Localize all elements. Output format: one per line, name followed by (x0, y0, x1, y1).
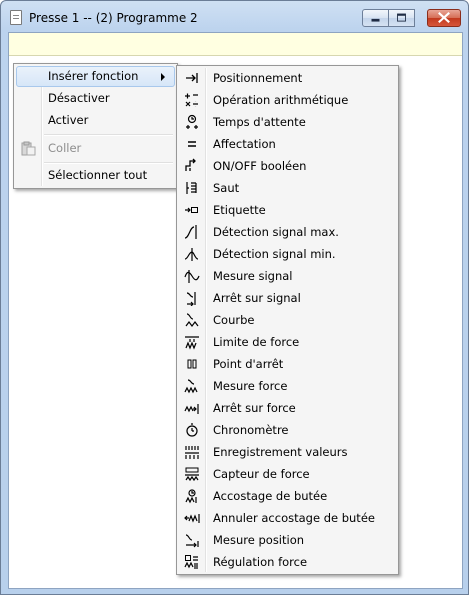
value-recording-icon (184, 444, 200, 460)
stopwatch-icon (184, 422, 200, 438)
arithmetic-icon (184, 92, 200, 108)
close-button[interactable] (427, 9, 461, 27)
menu-item-label: Coller (48, 141, 82, 155)
menu-separator (44, 162, 173, 164)
force-regulation-icon (184, 554, 200, 570)
menu-item-label: Temps d'attente (213, 115, 306, 129)
submenu-item-force-sensor[interactable]: Capteur de force (179, 463, 396, 485)
menu-item-activate[interactable]: Activer (16, 110, 175, 131)
signal-measure-icon (184, 268, 200, 284)
menu-item-label: Capteur de force (213, 467, 310, 481)
submenu-item-boolean-onoff[interactable]: ON/OFF booléen (179, 155, 396, 177)
submenu-item-force-regulation[interactable]: Régulation force (179, 551, 396, 573)
menu-item-label: Détection signal max. (213, 225, 339, 239)
submenu-item-value-recording[interactable]: Enregistrement valeurs (179, 441, 396, 463)
menu-item-label: Point d'arrêt (213, 357, 284, 371)
menu-item-label: Régulation force (213, 555, 308, 569)
submenu-item-assignment[interactable]: Affectation (179, 133, 396, 155)
curve-icon (184, 312, 200, 328)
submenu-item-jump[interactable]: Saut (179, 177, 396, 199)
menu-item-label: Détection signal min. (213, 247, 336, 261)
minimize-icon (371, 18, 380, 22)
breakpoint-icon (184, 356, 200, 372)
submenu-item-curve[interactable]: Courbe (179, 309, 396, 331)
submenu-item-stopwatch[interactable]: Chronomètre (179, 419, 396, 441)
submenu-item-label[interactable]: Etiquette (179, 199, 396, 221)
minimize-button[interactable] (362, 9, 389, 27)
menu-item-label: Saut (213, 181, 240, 195)
menu-item-label: Chronomètre (213, 423, 289, 437)
window-title: Presse 1 -- (2) Programme 2 (29, 11, 198, 25)
submenu-item-signal-measure[interactable]: Mesure signal (179, 265, 396, 287)
signal-min-icon (184, 246, 200, 262)
jump-icon (184, 180, 200, 196)
close-icon (438, 12, 450, 24)
submenu-item-force-stop[interactable]: Arrêt sur force (179, 397, 396, 419)
submenu-item-positioning[interactable]: Positionnement (179, 67, 396, 89)
label-tag-icon (184, 202, 200, 218)
submenu-item-position-measure[interactable]: Mesure position (179, 529, 396, 551)
title-bar[interactable]: Presse 1 -- (2) Programme 2 (1, 1, 468, 32)
menu-item-label: Accostage de butée (213, 489, 328, 503)
submenu-item-breakpoint[interactable]: Point d'arrêt (179, 353, 396, 375)
force-limit-icon (184, 334, 200, 350)
menu-item-label: Positionnement (213, 71, 303, 85)
signal-stop-icon (184, 290, 200, 306)
submenu-item-signal-max-detection[interactable]: Détection signal max. (179, 221, 396, 243)
submenu-item-force-measure[interactable]: Mesure force (179, 375, 396, 397)
assignment-icon (184, 136, 200, 152)
menu-item-label: Insérer fonction (48, 69, 139, 83)
menu-item-label: Sélectionner tout (48, 168, 148, 182)
menu-item-label: Enregistrement valeurs (213, 445, 348, 459)
submenu-arrow-icon (161, 73, 165, 81)
menu-item-label: Opération arithmétique (213, 93, 349, 107)
menu-item-label: Arrêt sur force (213, 401, 296, 415)
menu-item-label: Arrêt sur signal (213, 291, 301, 305)
menu-separator (44, 134, 173, 136)
menu-item-select-all[interactable]: Sélectionner tout (16, 165, 175, 186)
menu-item-label: Activer (48, 113, 89, 127)
paste-icon (21, 141, 36, 156)
menu-item-deactivate[interactable]: Désactiver (16, 88, 175, 109)
force-measure-icon (184, 378, 200, 394)
position-measure-icon (184, 532, 200, 548)
menu-item-label: Mesure force (213, 379, 288, 393)
submenu-item-signal-stop[interactable]: Arrêt sur signal (179, 287, 396, 309)
menu-item-label: Annuler accostage de butée (213, 511, 375, 525)
positioning-icon (184, 70, 200, 86)
boolean-toggle-icon (184, 158, 200, 174)
force-sensor-icon (184, 466, 200, 482)
menu-item-label: Mesure position (213, 533, 305, 547)
stop-approach-icon (184, 488, 200, 504)
menu-item-label: ON/OFF booléen (213, 159, 307, 173)
menu-item-label: Mesure signal (213, 269, 293, 283)
signal-max-icon (184, 224, 200, 240)
submenu-item-cancel-stop-approach[interactable]: Annuler accostage de butée (179, 507, 396, 529)
submenu-item-wait-time[interactable]: Temps d'attente (179, 111, 396, 133)
submenu-item-arithmetic-operation[interactable]: Opération arithmétique (179, 89, 396, 111)
menu-item-label: Etiquette (213, 203, 266, 217)
menu-item-label: Affectation (213, 137, 276, 151)
submenu-item-force-limit[interactable]: Limite de force (179, 331, 396, 353)
menu-item-label: Désactiver (48, 91, 110, 105)
menu-item-label: Courbe (213, 313, 255, 327)
insert-function-submenu: Positionnement Opération arithmétique Te… (176, 65, 399, 575)
submenu-item-stop-approach[interactable]: Accostage de butée (179, 485, 396, 507)
maximize-icon (397, 13, 406, 22)
cancel-stop-approach-icon (184, 510, 200, 526)
submenu-item-signal-min-detection[interactable]: Détection signal min. (179, 243, 396, 265)
wait-time-icon (184, 114, 200, 130)
context-menu: Insérer fonction Désactiver Activer Coll… (13, 63, 178, 189)
maximize-button[interactable] (389, 9, 415, 27)
menu-item-insert-function[interactable]: Insérer fonction (16, 66, 175, 87)
menu-item-label: Limite de force (213, 335, 300, 349)
menu-item-paste: Coller (16, 138, 175, 159)
document-icon (10, 10, 22, 25)
info-bar (9, 33, 462, 56)
force-stop-icon (184, 400, 200, 416)
